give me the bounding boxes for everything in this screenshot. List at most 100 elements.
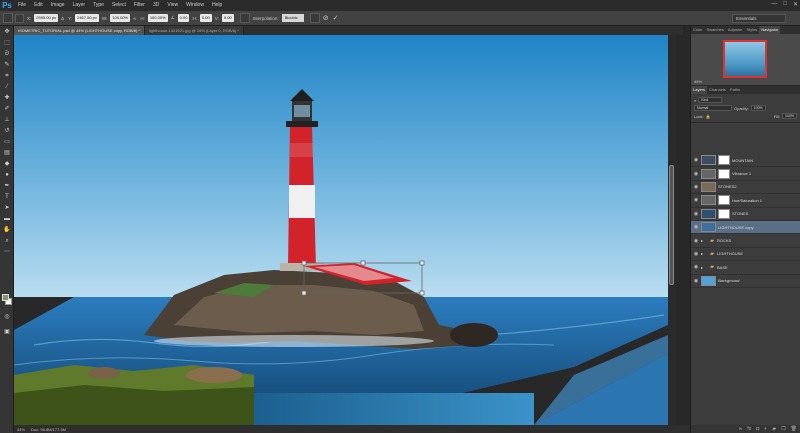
layer-thumbnail[interactable] (701, 208, 716, 219)
doc-tab-lighthouse[interactable]: lighthouse-1421521.jpg @ 34% (Layer 0, R… (144, 26, 244, 35)
eyedropper-tool-icon[interactable]: ⁄ (2, 83, 12, 91)
width-field[interactable]: 100.00% (110, 14, 131, 22)
layer-mask-thumbnail[interactable] (718, 168, 730, 179)
adjust-icon[interactable]: ◐ (764, 426, 767, 432)
visibility-eye-icon[interactable]: ◉ (691, 211, 701, 217)
layer-row[interactable]: ◉ ▸ ▰ LIGHTHOUSE (691, 248, 800, 262)
workspace-select[interactable]: Essentials (732, 14, 786, 23)
menu-item-image[interactable]: Image (47, 0, 69, 11)
x-field[interactable]: 2595.00 px (34, 14, 59, 22)
minimize-icon[interactable]: — (771, 1, 777, 8)
layer-name[interactable]: ROCKS (717, 238, 731, 243)
tab-color[interactable]: Color (691, 26, 705, 34)
marquee-tool-icon[interactable]: ⬚ (2, 39, 12, 47)
screen-mode-icon[interactable]: ▣ (2, 328, 12, 336)
type-tool-icon[interactable]: T (2, 193, 12, 201)
visibility-eye-icon[interactable]: ◉ (691, 251, 701, 257)
folder-icon[interactable]: ▰ (772, 426, 776, 432)
layer-row[interactable]: ◉ STONES (691, 208, 800, 221)
layer-name[interactable]: LIGHTHOUSE copy (718, 225, 754, 230)
layer-row[interactable]: ◉ Hue/Saturation 1 (691, 194, 800, 208)
eraser-tool-icon[interactable]: ▭ (2, 138, 12, 146)
link-icon[interactable]: ∞ (132, 16, 137, 21)
visibility-eye-icon[interactable]: ◉ (691, 184, 701, 190)
transform-tool-icon[interactable] (3, 13, 13, 23)
layer-thumbnail[interactable] (701, 155, 716, 166)
layer-thumbnail[interactable] (701, 181, 716, 192)
clone-stamp-tool-icon[interactable]: ⊥ (2, 116, 12, 124)
trash-icon[interactable]: 🗑 (791, 426, 797, 432)
layer-mask-thumbnail[interactable] (718, 195, 730, 206)
interpolation-select[interactable]: Bicubic (281, 14, 304, 22)
menu-item-view[interactable]: View (163, 0, 182, 11)
commit-transform-icon[interactable]: ✓ (332, 14, 340, 22)
layer-row[interactable]: ◉ ▸ ▰ ROCKS (691, 234, 800, 248)
history-brush-tool-icon[interactable]: ↺ (2, 127, 12, 135)
layer-row[interactable]: ◉ STONES2 (691, 181, 800, 195)
dodge-tool-icon[interactable]: ● (2, 171, 12, 179)
fx-icon[interactable]: fx (747, 426, 751, 432)
menu-item-layer[interactable]: Layer (69, 0, 90, 11)
gradient-tool-icon[interactable]: ▤ (2, 149, 12, 157)
menu-item-help[interactable]: Help (208, 0, 226, 11)
tab-channels[interactable]: Channels (707, 86, 728, 94)
layer-row[interactable]: ◉ ▸ ▰ BASE (691, 261, 800, 275)
quick-select-tool-icon[interactable]: ✎ (2, 61, 12, 69)
maximize-icon[interactable]: □ (783, 1, 787, 8)
scroll-thumb[interactable] (669, 165, 674, 285)
brush-tool-icon[interactable]: ✐ (2, 105, 12, 113)
navigator-zoom[interactable]: 44% (694, 79, 702, 84)
visibility-eye-icon[interactable]: ◉ (691, 224, 701, 230)
layer-mask-thumbnail[interactable] (718, 208, 730, 219)
zoom-tool-icon[interactable]: ⌕ (2, 237, 12, 245)
menu-item-edit[interactable]: Edit (30, 0, 47, 11)
menu-item-select[interactable]: Select (108, 0, 130, 11)
navigator-preview[interactable] (723, 40, 767, 78)
layer-kind-select[interactable]: Kind (698, 97, 723, 103)
new-layer-icon[interactable]: ❐ (781, 426, 785, 432)
tab-swatches[interactable]: Swatches (705, 26, 726, 34)
visibility-eye-icon[interactable]: ◉ (691, 157, 701, 163)
layer-thumbnail[interactable] (701, 275, 716, 286)
layer-mask-thumbnail[interactable] (718, 155, 730, 166)
fill-field[interactable]: 100% (782, 113, 797, 119)
layer-name[interactable]: MOUNTAIN (732, 158, 753, 163)
layer-row[interactable]: ◉ Vibrance 1 (691, 167, 800, 181)
layer-thumbnail[interactable] (701, 168, 716, 179)
y-field[interactable]: 2467.50 px (75, 14, 99, 22)
layer-name[interactable]: LIGHTHOUSE (717, 251, 743, 256)
layer-name[interactable]: Hue/Saturation 1 (732, 198, 762, 203)
menu-item-file[interactable]: File (14, 0, 30, 11)
layer-thumbnail[interactable] (701, 195, 716, 206)
warp-mode-icon[interactable] (309, 13, 320, 23)
cancel-transform-icon[interactable]: ⊘ (322, 14, 330, 22)
menu-item-3d[interactable]: 3D (149, 0, 163, 11)
close-icon[interactable]: ✕ (793, 1, 798, 8)
blur-tool-icon[interactable]: ◆ (2, 160, 12, 168)
visibility-eye-icon[interactable]: ◉ (691, 278, 701, 284)
pen-tool-icon[interactable]: ✒ (2, 182, 12, 190)
delta-icon[interactable]: Δ (60, 16, 65, 21)
move-tool-icon[interactable]: ✥ (2, 28, 12, 36)
visibility-eye-icon[interactable]: ◉ (691, 171, 701, 177)
visibility-eye-icon[interactable]: ◉ (691, 264, 701, 270)
visibility-eye-icon[interactable]: ◉ (691, 197, 701, 203)
status-zoom[interactable]: 44% (17, 427, 25, 432)
doc-tab-isometric[interactable]: ISOMETRIC_TUTORIAL.psd @ 44% (LIGHTHOUSE… (14, 26, 145, 35)
tab-paths[interactable]: Paths (728, 86, 742, 94)
menu-item-window[interactable]: Window (182, 0, 208, 11)
v-skew-field[interactable]: 0.00 (221, 14, 234, 22)
lock-icon[interactable]: 🔒 (706, 114, 711, 119)
visibility-eye-icon[interactable]: ◉ (691, 238, 701, 244)
menu-item-filter[interactable]: Filter (130, 0, 149, 11)
tab-styles[interactable]: Styles (744, 26, 759, 34)
foreground-color-swatch[interactable] (2, 294, 9, 301)
link-icon[interactable]: ∞ (739, 426, 743, 432)
layer-name[interactable]: Background (718, 278, 739, 283)
blend-mode-select[interactable]: Normal (694, 105, 732, 111)
edit-toolbar-icon[interactable]: ⋯ (2, 248, 12, 256)
layer-thumbnail[interactable] (701, 222, 716, 233)
path-select-tool-icon[interactable]: ➤ (2, 204, 12, 212)
h-skew-field[interactable]: 0.00 (199, 14, 212, 22)
mask-icon[interactable]: ◘ (756, 426, 759, 432)
